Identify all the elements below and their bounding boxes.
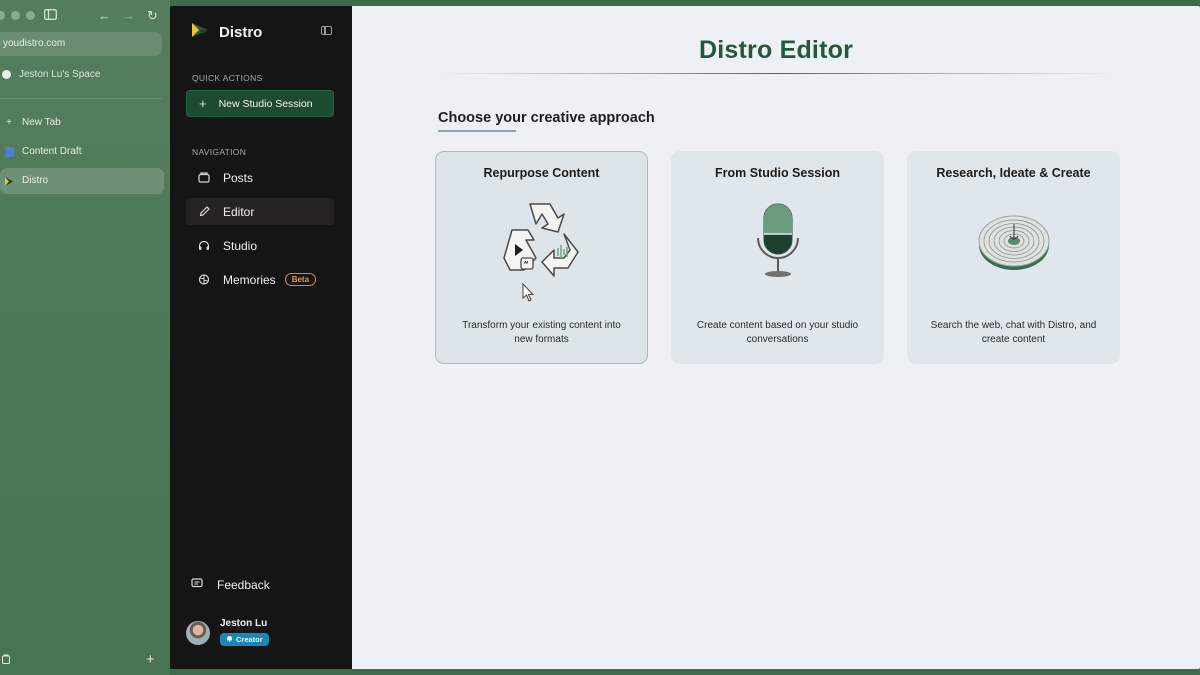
pencil-icon (198, 206, 210, 218)
card-description: Transform your existing content into new… (462, 320, 621, 345)
beta-badge: Beta (284, 273, 317, 286)
nav-label: Memories (223, 272, 276, 287)
collapse-sidebar-icon[interactable] (321, 26, 332, 35)
window-controls[interactable] (0, 11, 35, 20)
tab-content-draft[interactable]: Content Draft (0, 139, 164, 165)
add-tab-icon[interactable]: + (146, 651, 155, 668)
browser-sidebar: ← → ↻ youdistro.com Jeston Lu's Space + … (0, 0, 170, 675)
plus-icon: + (199, 96, 207, 111)
distro-logo-icon (191, 22, 209, 43)
bell-icon (226, 635, 233, 644)
nav-item-studio[interactable]: Studio (186, 232, 334, 259)
plus-icon: + (6, 117, 12, 128)
card-repurpose-content[interactable]: Repurpose Content “ Transform your exist… (435, 151, 648, 364)
feedback-icon (191, 578, 203, 592)
space-dot-icon (2, 70, 11, 79)
app-window: Distro Quick Actions + New Studio Sessio… (170, 6, 1200, 669)
main-content: Distro Editor Choose your creative appro… (352, 6, 1200, 669)
app-sidebar: Distro Quick Actions + New Studio Sessio… (170, 6, 352, 669)
card-from-studio-session[interactable]: From Studio Session Create content based… (671, 151, 884, 364)
navigation-label: Navigation (192, 147, 247, 157)
nav-label: Posts (223, 170, 254, 185)
tab-label: Distro (22, 175, 49, 186)
nav-item-posts[interactable]: Posts (186, 164, 334, 191)
divider (0, 98, 162, 99)
nav-label: Editor (223, 204, 255, 219)
nav-label: Studio (223, 238, 258, 253)
space-switcher[interactable]: Jeston Lu's Space (2, 69, 100, 80)
nav-item-memories[interactable]: Memories Beta (186, 266, 334, 293)
headphones-icon (198, 240, 210, 252)
forward-arrow-icon[interactable]: → (122, 8, 135, 24)
new-tab-label: New Tab (22, 117, 61, 128)
zoom-window-button[interactable] (26, 11, 35, 20)
url-bar[interactable]: youdistro.com (0, 32, 162, 56)
reload-icon[interactable]: ↻ (147, 8, 158, 24)
card-title: Research, Ideate & Create (936, 166, 1091, 180)
card-title: From Studio Session (714, 166, 840, 180)
heading-underline (438, 130, 516, 132)
new-session-label: New Studio Session (218, 97, 313, 110)
feedback-button[interactable]: Feedback (191, 578, 270, 592)
brain-icon (198, 274, 210, 286)
user-profile[interactable]: Jeston Lu Creator (186, 618, 269, 647)
svg-text:“: “ (523, 260, 528, 269)
minimize-window-button[interactable] (11, 11, 20, 20)
space-name: Jeston Lu's Space (19, 69, 101, 80)
card-title: Repurpose Content (483, 166, 600, 180)
section-heading: Choose your creative approach (438, 110, 655, 126)
tab-distro[interactable]: Distro (0, 168, 164, 194)
brand[interactable]: Distro (191, 22, 262, 43)
new-tab-button[interactable]: + New Tab (0, 110, 164, 136)
avatar (186, 620, 210, 645)
distro-logo-icon (4, 176, 14, 186)
close-window-button[interactable] (0, 11, 5, 20)
title-divider (440, 73, 1116, 74)
quick-actions-label: Quick Actions (192, 73, 263, 83)
sidebar-toggle-icon[interactable] (44, 8, 57, 24)
card-research-ideate-create[interactable]: Research, Ideate & Create Search the web… (907, 151, 1120, 364)
role-badge: Creator (220, 633, 269, 646)
recycle-icon: “ (500, 200, 584, 285)
posts-icon (198, 172, 210, 184)
role-label: Creator (236, 635, 263, 644)
page-title: Distro Editor (699, 36, 853, 64)
card-description: Search the web, chat with Distro, and cr… (930, 320, 1097, 345)
brand-name: Distro (219, 24, 263, 41)
mouse-cursor-icon (522, 282, 536, 308)
archive-icon[interactable] (2, 654, 10, 667)
nav-item-editor[interactable]: Editor (186, 198, 334, 225)
back-arrow-icon[interactable]: ← (98, 8, 111, 24)
new-studio-session-button[interactable]: + New Studio Session (186, 90, 334, 117)
card-description: Create content based on your studio conv… (696, 320, 859, 345)
tab-label: Content Draft (22, 146, 82, 157)
feedback-label: Feedback (217, 578, 270, 592)
microphone-icon (753, 202, 803, 285)
document-icon (4, 147, 14, 157)
user-name: Jeston Lu (220, 618, 268, 629)
research-disc-icon (977, 212, 1051, 277)
